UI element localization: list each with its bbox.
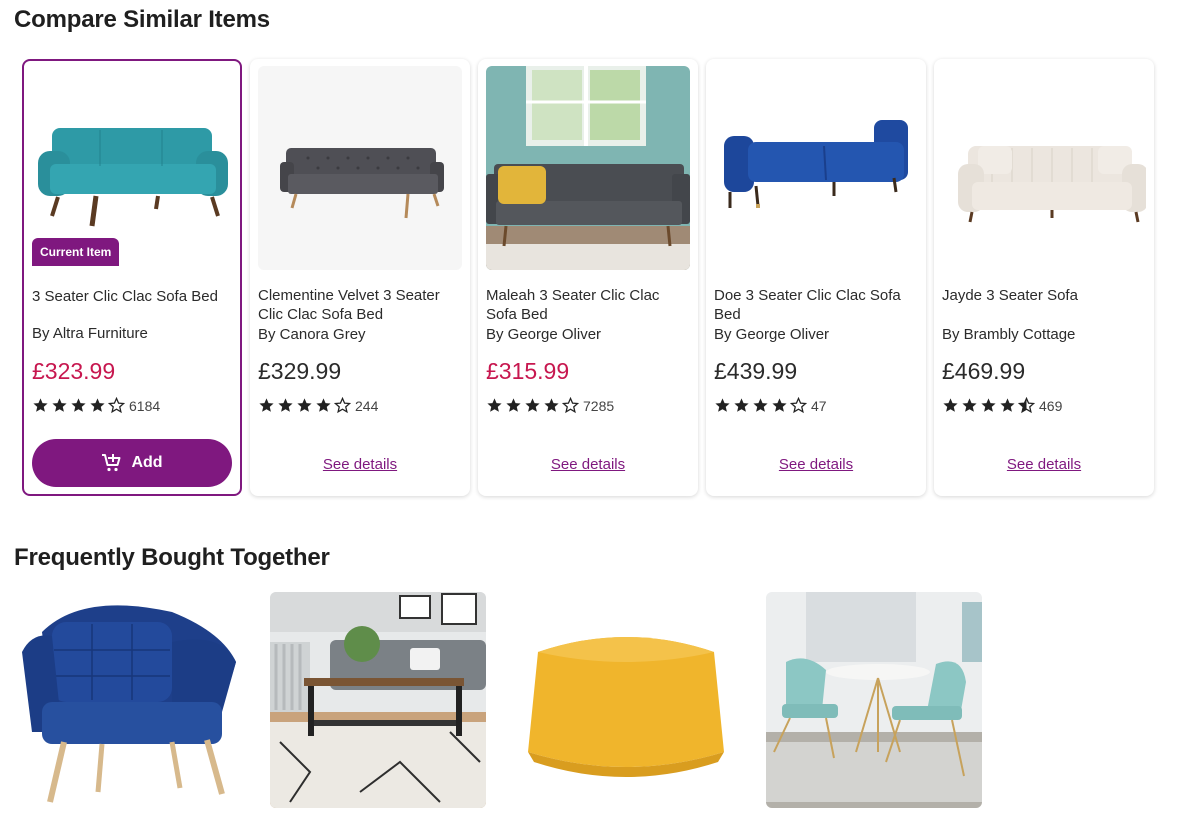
product-brand: By Brambly Cottage bbox=[942, 326, 1076, 343]
star-icon bbox=[90, 398, 105, 412]
dining-set-teal-chairs-image bbox=[766, 592, 982, 808]
fbt-item[interactable] bbox=[518, 592, 734, 808]
star-icon bbox=[544, 398, 559, 412]
product-name[interactable]: Clementine Velvet 3 Seater Clic Clac Sof… bbox=[258, 286, 464, 324]
star-icon bbox=[981, 398, 996, 412]
star-icon bbox=[943, 398, 958, 412]
product-price: £329.99 bbox=[258, 358, 342, 384]
star-icon bbox=[772, 398, 787, 412]
star-icon bbox=[525, 398, 540, 412]
blue-velvet-sofa-bed-image bbox=[714, 66, 918, 270]
fbt-item[interactable] bbox=[22, 592, 238, 808]
product-image[interactable] bbox=[714, 66, 918, 270]
see-details-link[interactable]: See details bbox=[250, 456, 470, 473]
product-price: £315.99 bbox=[486, 358, 570, 384]
star-icon bbox=[962, 398, 977, 412]
coffee-table-living-room-image bbox=[270, 592, 486, 808]
product-image[interactable] bbox=[258, 66, 462, 270]
star-icon bbox=[1000, 398, 1015, 412]
see-details-link[interactable]: See details bbox=[934, 456, 1154, 473]
product-rating: 6184 bbox=[32, 397, 160, 414]
star-outline-icon bbox=[562, 397, 579, 414]
product-name[interactable]: Doe 3 Seater Clic Clac Sofa Bed bbox=[714, 286, 920, 324]
star-icon bbox=[71, 398, 86, 412]
star-icon bbox=[715, 398, 730, 412]
product-name[interactable]: Jayde 3 Seater Sofa bbox=[942, 286, 1148, 305]
add-button-label: Add bbox=[131, 454, 163, 471]
star-icon bbox=[297, 398, 312, 412]
product-rating: 244 bbox=[258, 397, 378, 414]
star-outline-icon bbox=[334, 397, 351, 414]
star-icon bbox=[33, 398, 48, 412]
star-half-icon bbox=[1018, 397, 1035, 414]
star-icon bbox=[506, 398, 521, 412]
product-brand: By George Oliver bbox=[486, 326, 602, 343]
product-name[interactable]: 3 Seater Clic Clac Sofa Bed bbox=[32, 287, 238, 306]
star-outline-icon bbox=[790, 397, 807, 414]
star-rating bbox=[714, 397, 807, 414]
product-price: £439.99 bbox=[714, 358, 798, 384]
star-icon bbox=[316, 398, 331, 412]
compare-card: Jayde 3 Seater Sofa By Brambly Cottage £… bbox=[934, 59, 1154, 496]
compare-card: Maleah 3 Seater Clic Clac Sofa Bed By Ge… bbox=[478, 59, 698, 496]
current-item-badge: Current Item bbox=[32, 238, 120, 266]
product-image[interactable] bbox=[486, 66, 690, 270]
fbt-section-title: Frequently Bought Together bbox=[14, 544, 330, 571]
review-count: 47 bbox=[811, 397, 827, 414]
product-name[interactable]: Maleah 3 Seater Clic Clac Sofa Bed bbox=[486, 286, 692, 324]
product-brand: By George Oliver bbox=[714, 326, 830, 343]
product-price: £323.99 bbox=[32, 358, 116, 384]
see-details-link[interactable]: See details bbox=[478, 456, 698, 473]
product-image[interactable] bbox=[942, 66, 1146, 270]
review-count: 7285 bbox=[583, 397, 615, 414]
compare-card: Doe 3 Seater Clic Clac Sofa Bed By Georg… bbox=[706, 59, 926, 496]
compare-card-current: Current Item 3 Seater Clic Clac Sofa Bed… bbox=[22, 59, 242, 496]
product-brand: By Altra Furniture bbox=[32, 325, 148, 342]
star-outline-icon bbox=[108, 397, 125, 414]
star-icon bbox=[259, 398, 274, 412]
cream-sofa-image bbox=[942, 66, 1146, 270]
star-rating bbox=[486, 397, 579, 414]
navy-velvet-armchair-image bbox=[22, 592, 238, 808]
review-count: 244 bbox=[355, 397, 379, 414]
product-rating: 47 bbox=[714, 397, 827, 414]
review-count: 469 bbox=[1039, 397, 1063, 414]
star-icon bbox=[753, 398, 768, 412]
grey-sofa-bed-room-image bbox=[486, 66, 690, 270]
fbt-item[interactable] bbox=[766, 592, 982, 808]
product-rating: 469 bbox=[942, 397, 1062, 414]
grey-tufted-sofa-bed-image bbox=[258, 66, 462, 270]
compare-section-title: Compare Similar Items bbox=[14, 6, 270, 33]
star-rating bbox=[942, 397, 1035, 414]
star-icon bbox=[734, 398, 749, 412]
cart-plus-icon bbox=[102, 454, 121, 472]
compare-card: Clementine Velvet 3 Seater Clic Clac Sof… bbox=[250, 59, 470, 496]
star-icon bbox=[278, 398, 293, 412]
star-rating bbox=[32, 397, 125, 414]
star-rating bbox=[258, 397, 351, 414]
fbt-item[interactable] bbox=[270, 592, 486, 808]
review-count: 6184 bbox=[129, 397, 161, 414]
product-rating: 7285 bbox=[486, 397, 614, 414]
product-brand: By Canora Grey bbox=[258, 326, 366, 343]
star-icon bbox=[52, 398, 67, 412]
see-details-link[interactable]: See details bbox=[706, 456, 926, 473]
star-icon bbox=[487, 398, 502, 412]
add-to-cart-button[interactable]: Add bbox=[32, 439, 232, 487]
product-price: £469.99 bbox=[942, 358, 1026, 384]
mustard-pouffe-image bbox=[518, 592, 734, 808]
